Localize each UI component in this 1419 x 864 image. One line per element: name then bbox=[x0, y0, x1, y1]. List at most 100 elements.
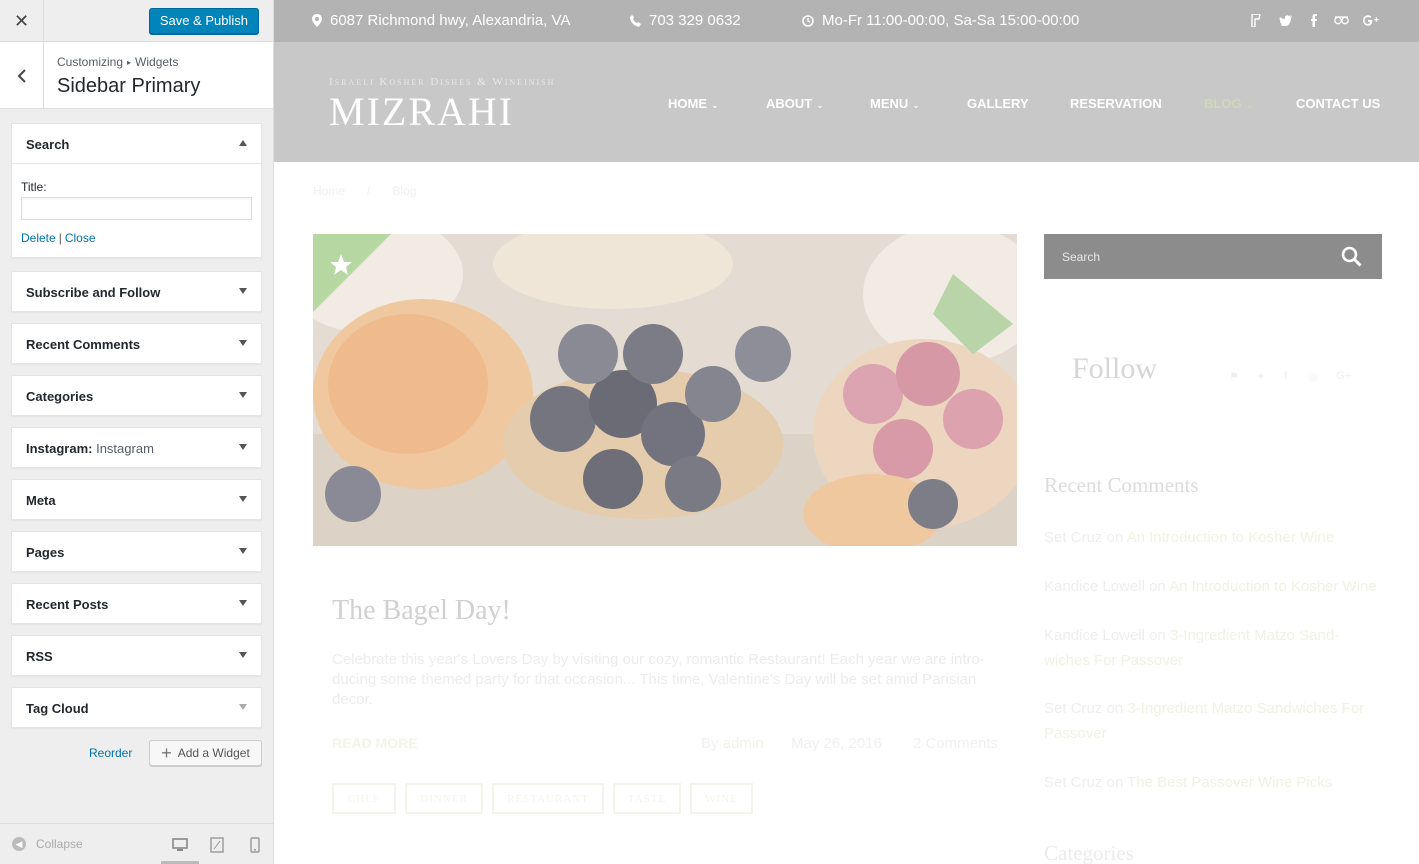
comment-post-link[interactable]: The Best Passover Wine Picks bbox=[1127, 774, 1332, 791]
tag-restaurant[interactable]: RESTAURANT bbox=[492, 783, 604, 814]
widget-categories[interactable]: Categories bbox=[11, 375, 262, 416]
section-header: Customizing ▸ Widgets Sidebar Primary bbox=[0, 42, 273, 109]
nav-contact[interactable]: CONTACT US bbox=[1296, 96, 1380, 111]
delete-widget-link[interactable]: Delete bbox=[21, 231, 56, 245]
widget-rss[interactable]: RSS bbox=[11, 635, 262, 676]
phone-text: 703 329 0632 bbox=[649, 12, 741, 29]
widget-search: Search Title: Delete | Close bbox=[11, 123, 262, 258]
nav-home[interactable]: HOME ⌄ bbox=[668, 96, 719, 111]
arrow-down-icon[interactable] bbox=[239, 704, 247, 710]
phone-icon bbox=[630, 14, 641, 27]
tablet-icon[interactable] bbox=[208, 836, 226, 854]
facebook-icon[interactable]: f bbox=[1284, 370, 1287, 382]
mobile-icon[interactable] bbox=[246, 836, 264, 854]
arrow-up-icon[interactable] bbox=[239, 140, 247, 146]
tripadvisor-icon[interactable]: ◎ bbox=[1308, 370, 1318, 383]
clock-icon bbox=[802, 14, 814, 27]
widget-meta[interactable]: Meta bbox=[11, 479, 262, 520]
widget-title: Subscribe and Follow bbox=[26, 285, 161, 300]
widget-recent-comments[interactable]: Recent Comments bbox=[11, 323, 262, 364]
widget-instagram[interactable]: Instagram: Instagram bbox=[11, 427, 262, 468]
site-logo[interactable]: MIZRAHI bbox=[329, 88, 514, 135]
arrow-down-icon[interactable] bbox=[239, 548, 247, 554]
arrow-down-icon[interactable] bbox=[239, 652, 247, 658]
breadcrumb: Customizing ▸ Widgets bbox=[57, 55, 178, 69]
widget-actions: Delete | Close bbox=[21, 231, 252, 245]
chevron-down-icon: ⌄ bbox=[912, 100, 920, 110]
address-text: 6087 Richmond hwy, Alexandria, VA bbox=[330, 12, 571, 29]
post-comments-link[interactable]: 2 Comments bbox=[913, 735, 998, 752]
nav-gallery[interactable]: GALLERY bbox=[967, 96, 1029, 111]
comment-post-link[interactable]: An Introduction to Kosher Wine bbox=[1127, 529, 1335, 546]
nav-reservation[interactable]: RESERVATION bbox=[1070, 96, 1162, 111]
recent-comments-title: Recent Comments bbox=[1044, 473, 1199, 497]
add-widget-button[interactable]: + Add a Widget bbox=[149, 740, 262, 766]
tag-wine[interactable]: WINE bbox=[690, 783, 753, 814]
phone-item: 703 329 0632 bbox=[630, 12, 741, 29]
add-widget-label: Add a Widget bbox=[177, 746, 250, 760]
crumb-home[interactable]: Home bbox=[313, 184, 345, 198]
customizer-panel: ✕ Save & Publish Customizing ▸ Widgets Sid… bbox=[0, 0, 274, 864]
post-date: May 26, 2016 bbox=[791, 735, 882, 752]
arrow-down-icon[interactable] bbox=[239, 496, 247, 502]
recent-comment-item: Set Cruz on An Introduction to Kosher Wi… bbox=[1044, 529, 1335, 546]
author-link[interactable]: admin bbox=[723, 735, 764, 752]
plus-icon: + bbox=[161, 743, 172, 763]
widget-title: Recent Posts bbox=[26, 597, 109, 612]
close-widget-link[interactable]: Close bbox=[65, 231, 96, 245]
arrow-down-icon[interactable] bbox=[239, 444, 247, 450]
widget-pages[interactable]: Pages bbox=[11, 531, 262, 572]
recent-comment-item: Set Cruz on The Best Passover Wine Picks bbox=[1044, 774, 1333, 791]
collapse-button[interactable]: ◀ Collapse bbox=[12, 837, 83, 851]
recent-comment-item: Set Cruz on 3-Ingredient Matzo Sandwiche… bbox=[1044, 700, 1365, 742]
site-tagline: Israeli Kosher Dishes & Wineinish bbox=[329, 76, 556, 88]
tripadvisor-icon[interactable] bbox=[1334, 15, 1349, 25]
crumb-current: Blog bbox=[392, 184, 417, 198]
search-icon[interactable] bbox=[1341, 246, 1362, 267]
widget-subscribe-follow[interactable]: Subscribe and Follow bbox=[11, 271, 262, 312]
arrow-down-icon[interactable] bbox=[239, 600, 247, 606]
post-title[interactable]: The Bagel Day! bbox=[332, 595, 511, 627]
arrow-down-icon[interactable] bbox=[239, 288, 247, 294]
twitter-icon[interactable] bbox=[1279, 15, 1292, 26]
desktop-icon[interactable] bbox=[171, 836, 189, 854]
breadcrumb-current: Widgets bbox=[135, 55, 179, 69]
widget-title: RSS bbox=[26, 649, 53, 664]
chevron-down-icon: ⌄ bbox=[816, 100, 824, 110]
sidebar-search-input[interactable]: Search bbox=[1044, 234, 1382, 279]
recent-comment-item: Kandice Lowell on An Introduction to Kos… bbox=[1044, 578, 1377, 595]
close-customizer-button[interactable]: ✕ bbox=[0, 0, 44, 42]
google-plus-icon[interactable] bbox=[1363, 15, 1379, 26]
nav-blog[interactable]: BLOG ⌄ bbox=[1204, 96, 1253, 111]
tag-chef[interactable]: CHEF bbox=[332, 783, 396, 814]
arrow-down-icon[interactable] bbox=[239, 392, 247, 398]
back-button[interactable] bbox=[0, 42, 44, 109]
title-label: Title: bbox=[21, 180, 47, 194]
comment-post-link[interactable]: An Introduction to Kosher Wine bbox=[1169, 578, 1377, 595]
foursquare-icon[interactable]: ⚑ bbox=[1229, 370, 1239, 383]
save-publish-button[interactable]: Save & Publish bbox=[148, 8, 259, 34]
tag-taste[interactable]: TASTE bbox=[613, 783, 681, 814]
read-more-link[interactable]: READ MORE bbox=[332, 735, 418, 751]
arrow-down-icon[interactable] bbox=[239, 340, 247, 346]
hours-text: Mo-Fr 11:00-00:00, Sa-Sa 15:00-00:00 bbox=[822, 12, 1080, 29]
section-title: Sidebar Primary bbox=[57, 75, 201, 97]
widget-tag-cloud[interactable]: Tag Cloud bbox=[11, 687, 262, 728]
collapse-label: Collapse bbox=[36, 837, 83, 851]
widget-recent-posts[interactable]: Recent Posts bbox=[11, 583, 262, 624]
follow-title: Follow bbox=[1072, 352, 1158, 385]
twitter-icon[interactable]: ✦ bbox=[1256, 370, 1265, 383]
nav-menu[interactable]: MENU ⌄ bbox=[870, 96, 920, 111]
post-author: By admin bbox=[701, 735, 764, 752]
reorder-link[interactable]: Reorder bbox=[89, 746, 132, 760]
nav-about[interactable]: ABOUT ⌄ bbox=[766, 96, 824, 111]
site-preview: 6087 Richmond hwy, Alexandria, VA 703 32… bbox=[274, 0, 1419, 864]
widget-search-header[interactable]: Search bbox=[12, 124, 261, 163]
google-plus-icon[interactable]: G+ bbox=[1336, 370, 1351, 382]
widget-title-input[interactable] bbox=[21, 197, 252, 220]
foursquare-icon[interactable] bbox=[1251, 14, 1261, 27]
hours-item: Mo-Fr 11:00-00:00, Sa-Sa 15:00-00:00 bbox=[802, 12, 1079, 29]
post-featured-image[interactable] bbox=[313, 234, 1017, 546]
tag-dinner[interactable]: DINNER bbox=[405, 783, 483, 814]
facebook-icon[interactable] bbox=[1310, 14, 1317, 27]
